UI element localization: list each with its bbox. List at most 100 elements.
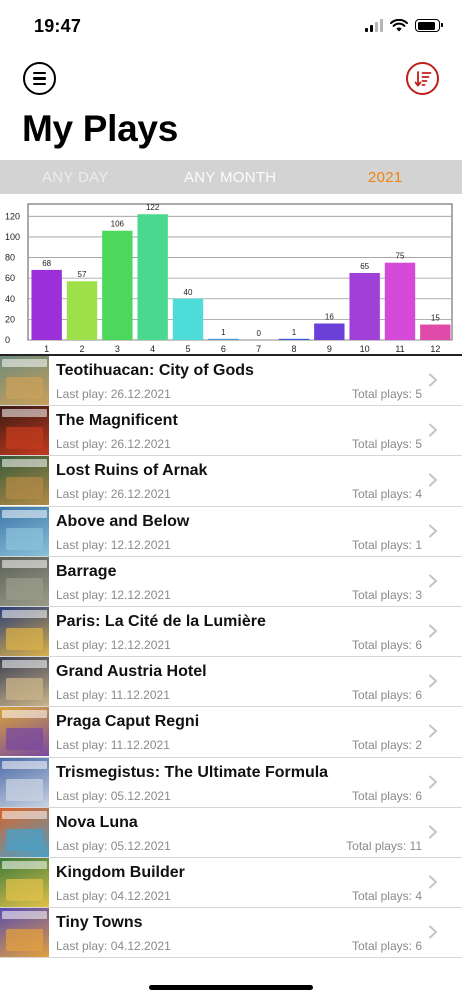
y-tick-label: 100 — [5, 232, 20, 242]
bar — [420, 324, 451, 340]
bar — [102, 230, 133, 340]
data-label: 40 — [184, 288, 193, 297]
last-play-date: Last play: 11.12.2021 — [56, 688, 170, 703]
bar — [172, 298, 204, 340]
list-item[interactable]: Tiny Towns Last play: 04.12.2021 Total pla… — [0, 908, 462, 959]
total-plays-count: Total plays: 4 — [351, 487, 422, 502]
signal-icon — [365, 19, 383, 32]
plays-per-month-chart: 0 20 40 60 80 100 120 68 1 57 2 106 3 122 4 40 5 1 6 0 7 1 8 16… — [0, 196, 462, 356]
bar — [384, 262, 416, 340]
game-cover-thumbnail — [0, 456, 49, 506]
total-plays-count: Total plays: 5 — [351, 387, 422, 401]
filter-any-day[interactable]: ANY DAY — [42, 169, 109, 186]
plays-list: Teotihuacan: City of Gods Last play: 26.1… — [0, 356, 462, 959]
menu-button[interactable] — [23, 62, 56, 95]
last-play-date: Last play: 05.12.2021 — [56, 838, 171, 853]
chevron-right-icon — [429, 624, 437, 638]
total-plays-count: Total plays: 4 — [351, 888, 422, 903]
bar — [278, 338, 310, 340]
list-item[interactable]: Teotihuacan: City of Gods Last play: 26.1… — [0, 356, 462, 407]
game-title: Lost Ruins of Arnak — [56, 462, 208, 480]
x-tick-label: 10 — [360, 344, 370, 354]
total-plays-count: Total plays: 6 — [351, 788, 422, 803]
data-label: 65 — [360, 262, 369, 271]
game-cover-thumbnail — [0, 606, 49, 656]
status-time: 19:47 — [34, 16, 82, 36]
game-cover-thumbnail — [0, 406, 49, 456]
data-label: 15 — [431, 314, 440, 323]
game-cover-thumbnail — [0, 657, 49, 707]
game-cover-thumbnail — [0, 707, 49, 757]
y-tick-label: 0 — [5, 335, 10, 345]
list-item[interactable]: Barrage Last play: 12.12.2021 Total plays:… — [0, 556, 462, 607]
list-item[interactable]: Trismegistus: The Ultimate Formula Last p… — [0, 757, 462, 808]
battery-icon — [415, 19, 443, 32]
x-tick-label: 4 — [150, 344, 155, 354]
game-title: Tiny Towns — [56, 914, 143, 932]
chevron-right-icon — [429, 473, 437, 487]
total-plays-count: Total plays: 5 — [351, 437, 422, 452]
list-item[interactable]: Paris: La Cité de la Lumière Last play: 1… — [0, 606, 462, 658]
period-filter-bar: ANY DAY ANY MONTH 2021 — [0, 160, 462, 194]
list-item[interactable]: The Magnificent Last play: 26.12.2021 Tota… — [0, 406, 462, 457]
last-play-date: Last play: 26.12.2021 — [56, 487, 171, 502]
list-item[interactable]: Above and Below Last play: 12.12.2021 Tota… — [0, 506, 462, 557]
total-plays-count: Total plays: 6 — [351, 637, 422, 652]
list-item[interactable]: Kingdom Builder Last play: 04.12.2021 Tota… — [0, 857, 462, 909]
y-tick-label: 20 — [5, 314, 15, 324]
list-item[interactable]: Lost Ruins of Arnak Last play: 26.12.2021… — [0, 456, 462, 507]
data-label: 0 — [256, 329, 261, 338]
list-item[interactable]: Nova Luna Last play: 05.12.2021 Total play… — [0, 807, 462, 858]
game-cover-thumbnail — [0, 356, 49, 405]
status-bar: 19:47 — [0, 0, 462, 54]
last-play-date: Last play: 11.12.2021 — [56, 738, 170, 753]
data-label: 75 — [396, 252, 405, 261]
game-title: Grand Austria Hotel — [56, 663, 207, 681]
sort-descending-icon — [414, 70, 431, 86]
game-cover-thumbnail — [0, 556, 49, 606]
game-cover-thumbnail — [0, 506, 49, 556]
x-tick-label: 5 — [185, 344, 190, 354]
game-cover-thumbnail — [0, 857, 49, 907]
y-tick-label: 120 — [5, 211, 20, 221]
last-play-date: Last play: 04.12.2021 — [56, 939, 171, 954]
filter-year[interactable]: 2021 — [368, 169, 403, 186]
data-label: 1 — [292, 328, 297, 337]
data-label: 68 — [42, 259, 51, 268]
game-title: Kingdom Builder — [56, 863, 185, 881]
filter-any-month[interactable]: ANY MONTH — [184, 169, 276, 186]
x-tick-label: 12 — [430, 344, 440, 354]
chevron-right-icon — [429, 524, 437, 538]
page-title: My Plays — [22, 108, 178, 149]
last-play-date: Last play: 04.12.2021 — [56, 888, 171, 903]
bar — [31, 269, 62, 340]
bar — [137, 214, 168, 340]
list-item[interactable]: Praga Caput Regni Last play: 11.12.2021 To… — [0, 707, 462, 758]
bar-chart-svg: 0204060801001206815721063122440516071816… — [5, 203, 453, 354]
list-item[interactable]: Grand Austria Hotel Last play: 11.12.2021… — [0, 657, 462, 708]
status-icons — [365, 19, 443, 32]
x-tick-label: 7 — [256, 344, 261, 354]
bar — [349, 273, 380, 340]
data-label: 57 — [78, 270, 87, 279]
game-cover-thumbnail — [0, 757, 49, 807]
home-indicator[interactable] — [149, 985, 313, 990]
game-title: The Magnificent — [56, 412, 178, 430]
chevron-right-icon — [429, 775, 437, 788]
data-label: 1 — [221, 328, 226, 337]
game-title: Praga Caput Regni — [56, 713, 200, 731]
x-tick-label: 9 — [327, 344, 332, 354]
data-label: 122 — [146, 203, 160, 212]
last-play-date: Last play: 12.12.2021 — [56, 537, 171, 552]
chevron-right-icon — [429, 373, 437, 387]
data-label: 106 — [111, 220, 125, 229]
game-title: Barrage — [56, 562, 117, 580]
wifi-icon — [390, 19, 408, 32]
game-title: Trismegistus: The Ultimate Formula — [56, 763, 329, 781]
chevron-right-icon — [429, 825, 437, 839]
game-title: Above and Below — [56, 512, 190, 530]
x-tick-label: 11 — [395, 344, 404, 354]
last-play-date: Last play: 12.12.2021 — [56, 637, 171, 652]
sort-button[interactable] — [406, 62, 439, 95]
chevron-right-icon — [429, 674, 437, 688]
